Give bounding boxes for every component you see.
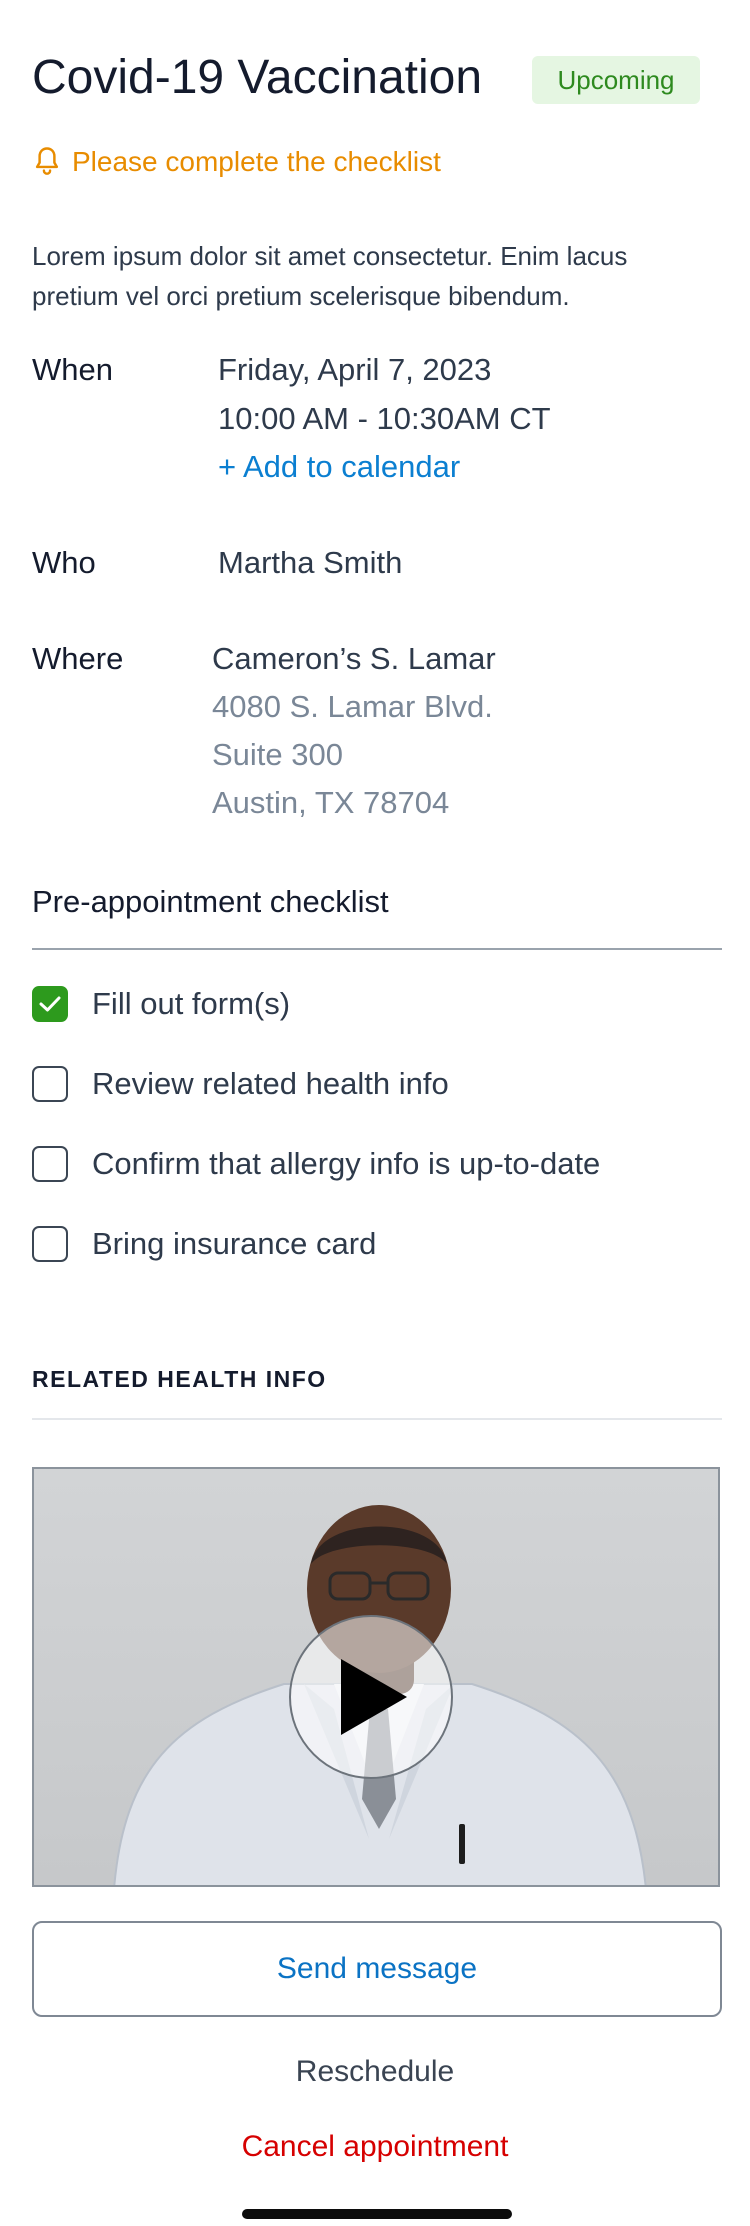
appointment-description: Lorem ipsum dolor sit amet consectetur. … <box>32 241 628 311</box>
cancel-appointment-button[interactable]: Cancel appointment <box>0 2130 750 2164</box>
related-health-info-title: RELATED HEALTH INFO <box>32 1366 327 1392</box>
checklist-item-label: Bring insurance card <box>92 1226 377 1261</box>
checklist-item-label: Confirm that allergy info is up-to-date <box>92 1146 601 1181</box>
page-title: Covid-19 Vaccination <box>32 51 483 104</box>
address-line-1: 4080 S. Lamar Blvd. <box>212 689 493 724</box>
checkbox[interactable] <box>32 1226 68 1262</box>
home-indicator <box>242 2209 512 2219</box>
play-icon <box>341 1659 407 1735</box>
checklist-item[interactable]: Fill out form(s) <box>32 986 290 1022</box>
checklist-item-label: Fill out form(s) <box>92 986 291 1021</box>
provider-name: Martha Smith <box>218 545 403 580</box>
checklist-item[interactable]: Review related health info <box>32 1066 449 1102</box>
play-button[interactable] <box>289 1615 453 1779</box>
checklist-alert: Please complete the checklist <box>32 146 441 178</box>
send-message-button[interactable]: Send message <box>32 1921 722 2017</box>
address-line-3: Austin, TX 78704 <box>212 785 450 820</box>
who-label: Who <box>32 545 96 580</box>
checkmark-icon <box>39 996 61 1012</box>
alert-text: Please complete the checklist <box>72 146 441 177</box>
appointment-date: Friday, April 7, 2023 <box>218 352 492 387</box>
video-thumbnail[interactable] <box>32 1467 720 1887</box>
checkbox[interactable] <box>32 1066 68 1102</box>
checklist-item-label: Review related health info <box>92 1066 449 1101</box>
checkbox-checked[interactable] <box>32 986 68 1022</box>
bell-icon <box>35 147 59 175</box>
status-badge: Upcoming <box>532 56 700 104</box>
checkbox[interactable] <box>32 1146 68 1182</box>
checklist-title: Pre-appointment checklist <box>32 884 389 919</box>
when-label: When <box>32 352 113 387</box>
checklist-item[interactable]: Bring insurance card <box>32 1226 376 1262</box>
divider <box>32 1418 722 1420</box>
address-line-2: Suite 300 <box>212 737 343 772</box>
reschedule-button[interactable]: Reschedule <box>0 2055 750 2089</box>
checklist-item[interactable]: Confirm that allergy info is up-to-date <box>32 1146 600 1182</box>
where-label: Where <box>32 641 124 676</box>
location-name: Cameron’s S. Lamar <box>212 641 496 676</box>
appointment-time: 10:00 AM - 10:30AM CT <box>218 401 551 436</box>
add-to-calendar-link[interactable]: + Add to calendar <box>218 449 460 485</box>
divider <box>32 948 722 950</box>
